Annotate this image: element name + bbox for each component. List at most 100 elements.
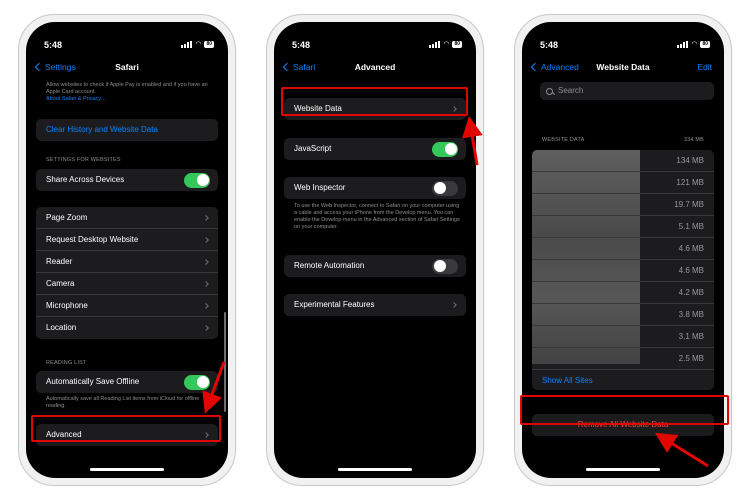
edit-button[interactable]: Edit: [697, 62, 712, 72]
site-size: 4.6 MB: [678, 266, 704, 275]
nav-bar: Safari Advanced: [274, 60, 476, 78]
settings-for-websites-header: SETTINGS FOR WEBSITES: [46, 157, 121, 163]
page-title: Website Data: [596, 62, 650, 72]
settings-item-label: Camera: [46, 279, 75, 288]
nav-bar: Settings Safari: [26, 60, 228, 78]
chevron-right-icon: [451, 302, 457, 308]
settings-item-label: Experimental Features: [294, 300, 375, 309]
battery-icon: 80: [452, 41, 462, 48]
wifi-icon: ◠: [691, 41, 698, 48]
scroll-indicator: [224, 312, 226, 412]
chevron-right-icon: [203, 215, 209, 221]
settings-item-camera[interactable]: Camera: [36, 273, 218, 295]
list-item[interactable]: 19.7 MB: [532, 194, 714, 216]
page-title: Safari: [115, 62, 139, 72]
list-item[interactable]: 4.2 MB: [532, 282, 714, 304]
javascript-label: JavaScript: [294, 144, 332, 153]
settings-item-reader[interactable]: Reader: [36, 251, 218, 273]
chevron-right-icon: [203, 303, 209, 309]
apple-pay-note: Allow websites to check if Apple Pay is …: [46, 82, 212, 103]
share-group: Share Across Devices: [36, 169, 218, 191]
status-icons: ◠ 80: [181, 41, 214, 48]
show-all-sites-button[interactable]: Show All Sites: [532, 370, 714, 392]
list-item[interactable]: 3.1 MB: [532, 326, 714, 348]
chevron-right-icon: [203, 281, 209, 287]
share-across-devices-toggle[interactable]: [184, 172, 210, 188]
page-title: Advanced: [354, 62, 396, 72]
status-time: 5:48: [292, 40, 311, 50]
site-size: 3.1 MB: [678, 332, 704, 341]
notch: [333, 22, 417, 40]
list-item[interactable]: 4.6 MB: [532, 260, 714, 282]
javascript-group: JavaScript: [284, 138, 466, 160]
settings-item-label: Microphone: [46, 301, 88, 310]
wifi-icon: ◠: [443, 41, 450, 48]
website-settings-group: Page Zoom Request Desktop Website Reader…: [36, 207, 218, 339]
web-inspector-label: Web Inspector: [294, 183, 346, 192]
clear-history-button[interactable]: Clear History and Website Data: [36, 119, 218, 141]
site-size: 121 MB: [676, 178, 704, 187]
status-icons: ◠ 80: [429, 41, 462, 48]
share-across-devices-label: Share Across Devices: [46, 175, 125, 184]
chevron-right-icon: [203, 237, 209, 243]
reading-list-header: READING LIST: [46, 360, 87, 366]
site-size: 19.7 MB: [674, 200, 704, 209]
search-input[interactable]: Search: [540, 82, 714, 100]
site-size: 3.8 MB: [678, 310, 704, 319]
home-indicator: [586, 468, 660, 471]
remote-automation-group: Remote Automation: [284, 255, 466, 277]
settings-item-label: Request Desktop Website: [46, 235, 139, 244]
auto-save-offline-label: Automatically Save Offline: [46, 377, 140, 386]
highlight-advanced: [31, 415, 221, 442]
remote-automation-row: Remote Automation: [284, 255, 466, 277]
settings-item-microphone[interactable]: Microphone: [36, 295, 218, 317]
web-inspector-group: Web Inspector: [284, 177, 466, 199]
settings-item-location[interactable]: Location: [36, 317, 218, 339]
site-size: 4.2 MB: [678, 288, 704, 297]
site-size: 2.5 MB: [678, 354, 704, 363]
web-inspector-toggle[interactable]: [432, 180, 458, 196]
auto-save-note: Automatically save all Reading List item…: [46, 396, 200, 409]
notch: [85, 22, 169, 40]
remote-automation-label: Remote Automation: [294, 261, 365, 270]
nav-bar: Advanced Website Data Edit: [522, 60, 724, 78]
about-privacy-link[interactable]: About Safari & Privacy…: [46, 96, 107, 102]
settings-item-experimental-features[interactable]: Experimental Features: [284, 294, 466, 316]
toggle-knob: [196, 174, 209, 186]
apple-pay-note-text: Allow websites to check if Apple Pay is …: [46, 82, 208, 95]
website-data-total: 334 MB: [683, 137, 704, 143]
settings-item-request-desktop[interactable]: Request Desktop Website: [36, 229, 218, 251]
list-item[interactable]: 2.5 MB: [532, 348, 714, 370]
chevron-right-icon: [203, 325, 209, 331]
list-item[interactable]: 134 MB: [532, 150, 714, 172]
wifi-icon: ◠: [195, 41, 202, 48]
cellular-signal-icon: [181, 41, 193, 48]
list-item[interactable]: 4.6 MB: [532, 238, 714, 260]
toggle-knob: [444, 143, 457, 155]
toggle-knob: [433, 182, 446, 194]
settings-item-label: Reader: [46, 257, 73, 266]
experimental-group: Experimental Features: [284, 294, 466, 316]
share-across-devices-row: Share Across Devices: [36, 169, 218, 191]
home-indicator: [338, 468, 412, 471]
screen-safari: 5:48 ◠ 80 Settings Safari Allow websites…: [26, 22, 228, 478]
settings-item-label: Page Zoom: [46, 213, 88, 222]
chevron-right-icon: [203, 259, 209, 265]
auto-save-offline-toggle[interactable]: [184, 374, 210, 390]
javascript-toggle[interactable]: [432, 141, 458, 157]
status-time: 5:48: [540, 40, 559, 50]
remote-automation-toggle[interactable]: [432, 258, 458, 274]
site-size: 5.1 MB: [678, 222, 704, 231]
search-icon: [546, 87, 553, 95]
list-item[interactable]: 5.1 MB: [532, 216, 714, 238]
search-placeholder: Search: [558, 86, 584, 95]
website-data-header: WEBSITE DATA: [542, 137, 585, 143]
list-item[interactable]: 121 MB: [532, 172, 714, 194]
highlight-remove-all: [520, 395, 729, 425]
auto-save-offline-row: Automatically Save Offline: [36, 371, 218, 393]
settings-item-page-zoom[interactable]: Page Zoom: [36, 207, 218, 229]
phone-advanced: 5:48 ◠ 80 Safari Advanced Website Data J…: [266, 14, 484, 486]
list-item[interactable]: 3.8 MB: [532, 304, 714, 326]
highlight-website-data: [281, 87, 468, 116]
reading-list-group: Automatically Save Offline: [36, 371, 218, 393]
